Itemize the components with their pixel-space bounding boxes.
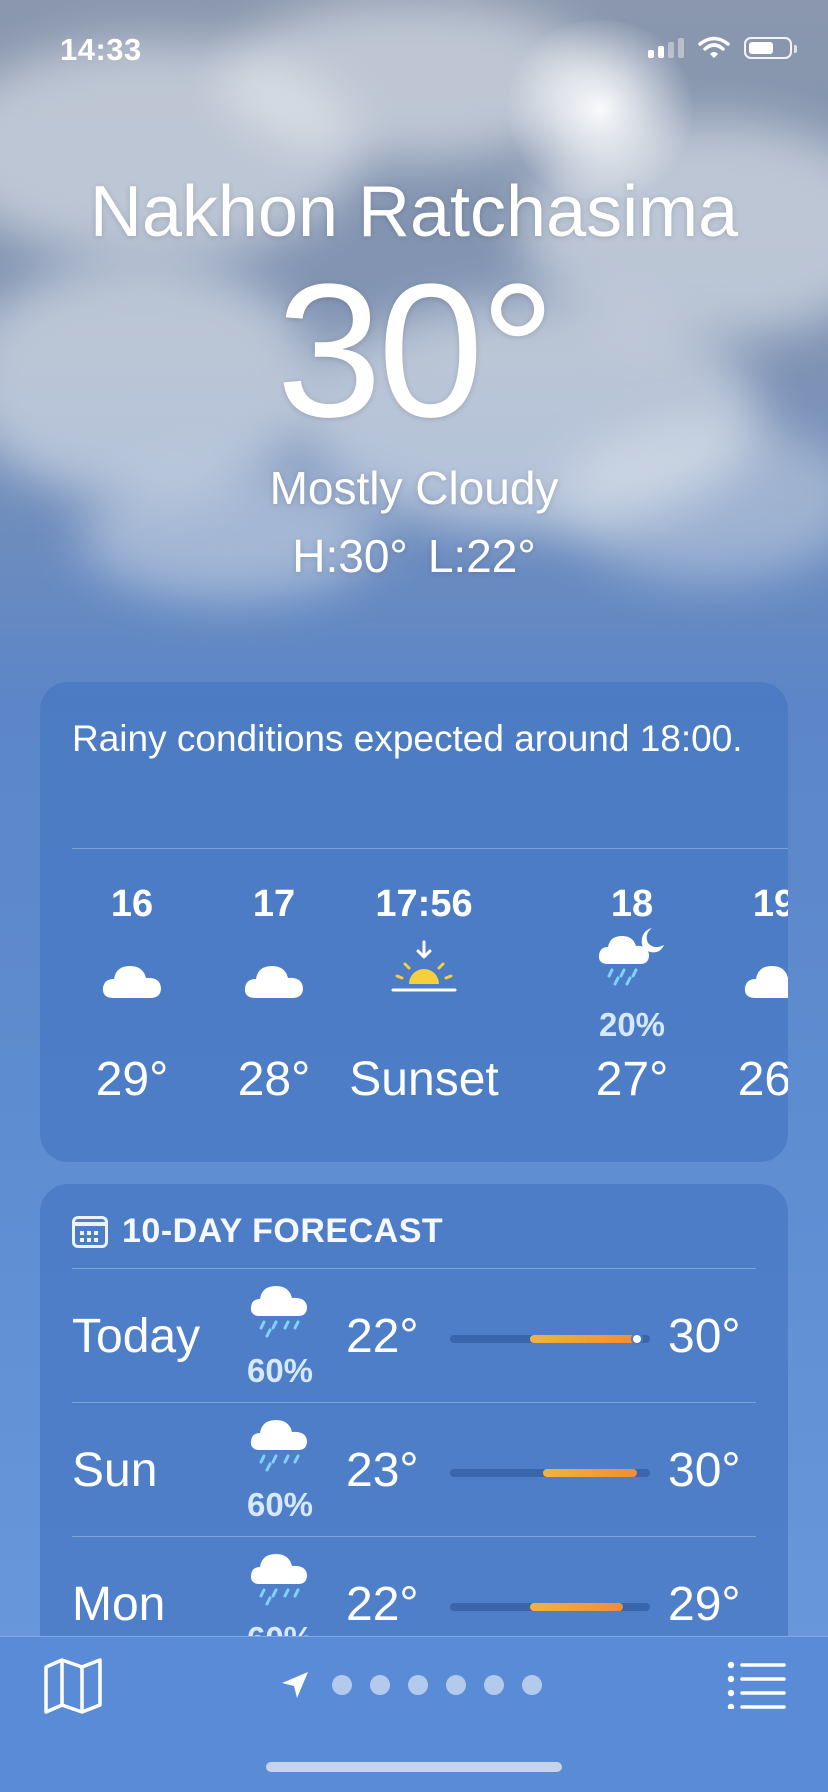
- precipitation-chance: 20%: [598, 1006, 666, 1043]
- low-temperature: L:22°: [427, 530, 536, 582]
- current-weather-header: Nakhon Ratchasima 30° Mostly Cloudy H:30…: [0, 170, 828, 584]
- high-low-temperatures: H:30° L:22°: [0, 528, 828, 584]
- hour-item: 18 20% 27°: [552, 882, 712, 1108]
- hour-item: 16 29°: [52, 882, 212, 1108]
- home-indicator[interactable]: [266, 1762, 562, 1772]
- forecast-header: 10-DAY FORECAST: [72, 1212, 443, 1251]
- precipitation-chance: 60%: [246, 1352, 314, 1389]
- forecast-day-row[interactable]: Sun 60% 23° 30°: [40, 1404, 788, 1536]
- hour-item: 19 26°: [694, 882, 788, 1108]
- temperature-range-fill: [530, 1603, 624, 1611]
- cloud-rain-icon: [250, 1554, 307, 1606]
- hour-time: 18: [610, 883, 654, 925]
- page-dot[interactable]: [484, 1675, 504, 1695]
- battery-icon: [744, 37, 797, 59]
- low-temperature: 22°: [346, 1310, 419, 1363]
- cloud-icon: [102, 966, 161, 998]
- cellular-signal-icon: [648, 38, 684, 58]
- hour-time: 17:56: [375, 883, 473, 925]
- low-temperature: 23°: [346, 1444, 419, 1497]
- temperature-range-bar: [450, 1603, 650, 1611]
- status-icons: [648, 36, 797, 60]
- cloud-moon-rain-icon: [598, 928, 664, 986]
- page-dot[interactable]: [332, 1675, 352, 1695]
- high-temperature: 30°: [668, 1310, 741, 1363]
- status-time: 14:33: [60, 32, 142, 67]
- day-name: Mon: [72, 1578, 166, 1631]
- sunset-icon: [391, 940, 457, 992]
- hourly-scroller[interactable]: 16 29° 17 28° 17:56 Sunset 18 20% 27° 19…: [40, 882, 788, 1152]
- forecast-title: 10-DAY FORECAST: [122, 1212, 444, 1250]
- wifi-icon: [698, 36, 730, 58]
- precipitation-chance: 60%: [246, 1486, 314, 1523]
- hour-time: 17: [252, 883, 296, 925]
- map-icon[interactable]: [42, 1655, 104, 1715]
- status-bar: 14:33: [0, 0, 828, 100]
- calendar-icon: [72, 1215, 108, 1248]
- high-temperature: 30°: [668, 1444, 741, 1497]
- location-arrow-icon: [282, 1672, 308, 1698]
- divider: [72, 848, 788, 849]
- cloud-rain-icon: [250, 1286, 307, 1338]
- cloud-rain-icon: [250, 1420, 307, 1472]
- current-temperature: 30°: [276, 245, 555, 457]
- page-dot[interactable]: [408, 1675, 428, 1695]
- hour-temperature: 27°: [595, 1053, 669, 1106]
- hour-item: 17 28°: [194, 882, 354, 1108]
- list-icon[interactable]: [726, 1659, 786, 1709]
- page-dot[interactable]: [370, 1675, 390, 1695]
- weather-condition: Mostly Cloudy: [269, 462, 559, 514]
- divider: [72, 1268, 756, 1269]
- low-temperature: 22°: [346, 1578, 419, 1631]
- page-dot[interactable]: [446, 1675, 466, 1695]
- high-temperature: H:30°: [292, 530, 408, 582]
- temperature-range-bar: [450, 1335, 650, 1343]
- hour-label: Sunset: [349, 1053, 499, 1106]
- page-indicator[interactable]: [280, 1665, 542, 1705]
- hour-time: 19: [752, 883, 788, 925]
- hour-temperature: 29°: [95, 1053, 169, 1106]
- temperature-range-bar: [450, 1469, 650, 1477]
- hour-time: 16: [110, 883, 154, 925]
- day-name: Sun: [72, 1444, 158, 1497]
- current-temperature-marker: [632, 1335, 641, 1343]
- hourly-summary: Rainy conditions expected around 18:00.: [72, 718, 743, 759]
- hour-temperature: 28°: [237, 1053, 311, 1106]
- temperature-range-fill: [543, 1469, 637, 1477]
- day-name: Today: [72, 1310, 201, 1363]
- hourly-forecast-card[interactable]: Rainy conditions expected around 18:00. …: [40, 682, 788, 1162]
- divider: [72, 1536, 756, 1537]
- temperature-range-fill: [530, 1335, 637, 1343]
- hour-item-sunset: 17:56 Sunset: [334, 882, 514, 1108]
- divider: [72, 1402, 756, 1403]
- cloud-icon: [744, 966, 788, 998]
- city-name: Nakhon Ratchasima: [89, 172, 739, 252]
- high-temperature: 29°: [668, 1578, 741, 1631]
- forecast-day-row[interactable]: Today 60% 22° 30°: [40, 1270, 788, 1402]
- cloud-icon: [244, 966, 303, 998]
- page-dot[interactable]: [522, 1675, 542, 1695]
- weather-screen: 14:33 Nakhon Ratchasima 30° Mostly Cloud…: [0, 0, 828, 1792]
- hour-temperature: 26°: [737, 1053, 788, 1106]
